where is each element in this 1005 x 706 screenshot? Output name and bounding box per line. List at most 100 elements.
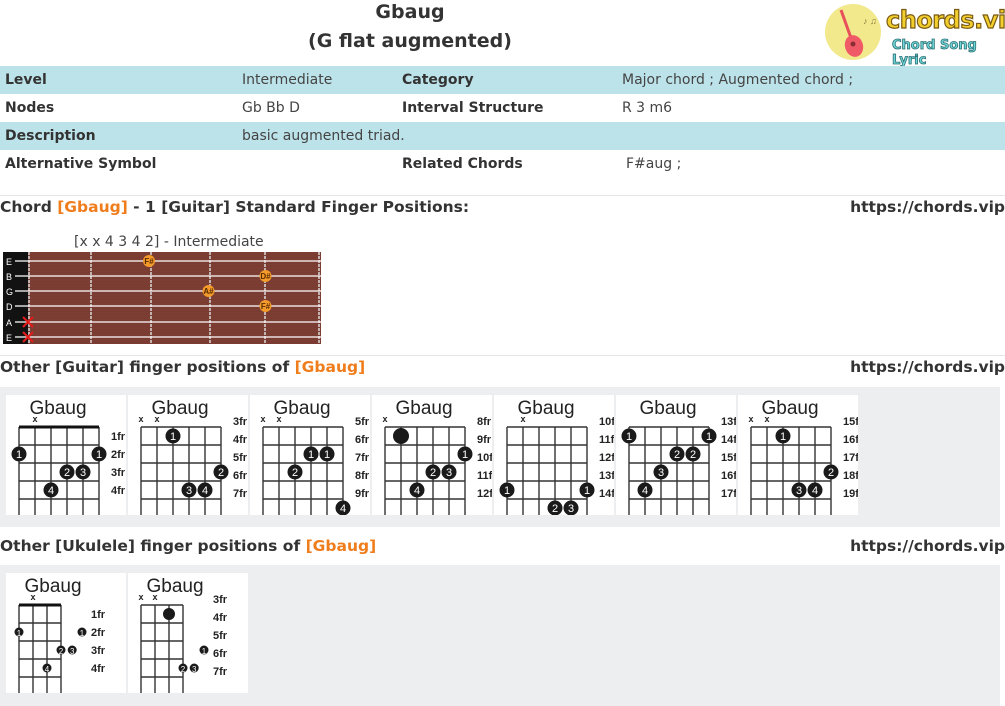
finger-dot: 2 <box>178 663 188 674</box>
finger-dot: 3 <box>181 482 197 498</box>
chord-diagram-card[interactable]: Gbaug13fr14fr15fr16fr17fr112234 <box>616 395 742 521</box>
finger-dot: 1 <box>499 482 515 498</box>
fret-label: 16fr <box>843 434 858 446</box>
finger-dot: 3 <box>791 482 807 498</box>
note-label: F# <box>144 257 154 266</box>
info-value: Intermediate <box>237 66 397 94</box>
muted-x-icon: x <box>748 414 753 424</box>
related-chords-link[interactable]: F#aug ; <box>617 150 1005 178</box>
fret-label: 4fr <box>233 434 248 446</box>
note-marker: F# <box>259 300 272 312</box>
string-label: A <box>6 318 12 328</box>
chord-diagram-card[interactable]: Gbaug x 1fr 2fr 3fr 4fr 1 1 2 3 4 <box>6 395 126 521</box>
chord-diagram-card[interactable]: Gbaug x x 5fr 6fr 7fr 8fr 9fr 1 1 2 4 <box>250 395 370 521</box>
site-logo[interactable]: ♪ ♫ chords.vip Chord Song Lyric <box>824 4 1005 68</box>
info-row: Description basic augmented triad. <box>0 122 1005 150</box>
finger-dot: 1 <box>77 627 87 638</box>
site-url[interactable]: https://chords.vip <box>850 358 1005 376</box>
string-label: G <box>6 287 13 297</box>
chord-diagram: Gbaug13fr14fr15fr16fr17fr112234 <box>621 398 742 521</box>
finger-number: 1 <box>706 431 712 443</box>
note-marker: F# <box>143 255 155 267</box>
finger-number: 1 <box>80 629 85 638</box>
finger-dot: 4 <box>637 482 653 498</box>
finger-dot: 1 <box>11 446 27 462</box>
finger-number: 3 <box>568 503 574 515</box>
standard-caption: [x x 4 3 4 2] - Intermediate <box>74 234 264 250</box>
fret-label: 1fr <box>91 609 106 621</box>
finger-dot: 2 <box>287 464 303 480</box>
fret-label: 7fr <box>213 666 228 678</box>
finger-number: 3 <box>796 485 802 497</box>
fret-label: 17fr <box>721 488 736 500</box>
finger-circle <box>393 428 409 444</box>
finger-number: 4 <box>340 503 346 515</box>
finger-number: 2 <box>59 647 64 656</box>
finger-number: 1 <box>16 449 22 461</box>
fret-label: 3fr <box>91 645 106 657</box>
note-marker: D# <box>259 270 272 282</box>
finger-number: 1 <box>780 431 786 443</box>
fret-label: 15fr <box>721 452 736 464</box>
finger-number: 1 <box>17 629 22 638</box>
fret-label: 14fr <box>599 488 614 500</box>
chord-diagram-card[interactable]: Gbaug x x 3fr 4fr 5fr 6fr 7fr 1 2 3 <box>128 573 248 699</box>
ukulele-section-heading: Other [Ukulele] finger positions of [Gba… <box>0 537 376 555</box>
chord-name-link[interactable]: [Gbaug] <box>306 537 377 555</box>
chord-diagram: Gbaugx x 5fr6fr7fr8fr9fr1 124 <box>260 398 370 521</box>
site-url[interactable]: https://chords.vip <box>850 537 1005 555</box>
chord-name-link[interactable]: [Gbaug] <box>57 198 128 216</box>
muted-x-icon: x <box>276 414 281 424</box>
finger-dot: 1 <box>319 446 335 462</box>
fret-label: 11fr <box>477 470 492 482</box>
finger-dot: 2 <box>56 645 66 656</box>
chord-diagram: Gbaugx x 15fr 16fr 17fr 18fr 19fr 1 2 34 <box>748 398 864 521</box>
fret-label: 3fr <box>213 594 228 606</box>
heading-text: Other [Ukulele] finger positions of <box>0 537 306 555</box>
fret-label: 9fr <box>477 434 492 446</box>
chord-diagram-card[interactable]: Gbaug x 1fr 2fr 3fr 4fr 1 1 2 3 4 <box>6 573 126 699</box>
chord-name-link[interactable]: [Gbaug] <box>295 358 366 376</box>
muted-x-icon: x <box>30 592 35 602</box>
fret-label: 6fr <box>355 434 370 446</box>
finger-dot: 4 <box>43 482 59 498</box>
chord-diagram-card[interactable]: Gbaug x x 3fr 4fr 5fr 6fr 7fr 1 2 3 4 <box>128 395 248 521</box>
finger-number: 3 <box>186 485 192 497</box>
finger-number: 2 <box>218 467 224 479</box>
note-label: F# <box>261 302 271 311</box>
finger-number: 4 <box>48 485 54 497</box>
section-divider <box>0 355 1005 356</box>
chord-subtitle: (G flat augmented) <box>308 30 512 52</box>
note-marker: A# <box>202 285 215 297</box>
finger-dot: 2 <box>425 464 441 480</box>
string-label: E <box>6 257 12 267</box>
fret-label: 12fr <box>477 488 492 500</box>
heading-text: - 1 [Guitar] Standard Finger Positions: <box>127 198 470 216</box>
info-row: Level Intermediate Category Major chord … <box>0 66 1005 94</box>
finger-number: 1 <box>308 449 314 461</box>
fret-label: 3fr <box>111 467 126 479</box>
finger-dot <box>163 608 175 620</box>
finger-dot: 4 <box>197 482 213 498</box>
chord-diagram-card[interactable]: Gbaugx x 15fr 16fr 17fr 18fr 19fr 1 2 34 <box>738 395 864 521</box>
finger-number: 1 <box>96 449 102 461</box>
chord-diagram: Gbaugx 1fr 2fr 3fr 4fr 1 1 2 3 4 <box>11 398 126 521</box>
fret-label: 8fr <box>477 416 492 428</box>
chord-diagram-card[interactable]: Gbaugx 10fr 11fr 12fr 13fr 14fr 1 1 23 <box>494 395 620 521</box>
guitar-icon: ♪ ♫ <box>825 4 881 60</box>
fret-label: 1fr <box>111 431 126 443</box>
fret-label: 5fr <box>213 630 228 642</box>
fret-label: 4fr <box>111 485 126 497</box>
fret-label: 14fr <box>721 434 736 446</box>
finger-dot: 1 <box>91 446 107 462</box>
fret-label: 11fr <box>599 434 614 446</box>
note-label: A# <box>203 287 214 296</box>
site-url[interactable]: https://chords.vip <box>850 198 1005 216</box>
finger-dot: 2 <box>213 464 229 480</box>
info-row: Nodes Gb Bb D Interval Structure R 3 m6 <box>0 94 1005 122</box>
fret-label: 12fr <box>599 452 614 464</box>
chord-diagram-card[interactable]: Gbaugx 8fr 9fr 10fr 11fr 12fr 1 23 4 <box>372 395 498 521</box>
finger-dot: 4 <box>42 663 52 674</box>
finger-dot: 1 <box>775 428 791 444</box>
info-value <box>237 150 397 178</box>
